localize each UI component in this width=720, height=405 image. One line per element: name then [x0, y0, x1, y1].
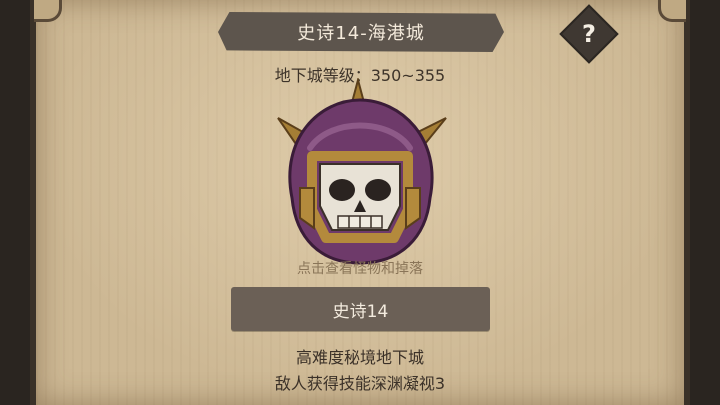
enter-dungeon-button[interactable]: 史诗14 [231, 287, 490, 331]
panel-corner-right [658, 0, 686, 22]
view-monsters-drops-hint[interactable]: 点击查看怪物和掉落 [0, 258, 720, 278]
dungeon-title-banner: 史诗14-海港城 [218, 12, 504, 52]
dungeon-description-line-2: 敌人获得技能深渊凝视3 [274, 374, 446, 393]
skull-helmet-boss-icon[interactable] [270, 78, 450, 268]
enter-dungeon-label: 史诗14 [332, 301, 389, 322]
dungeon-title: 史诗14-海港城 [297, 23, 425, 44]
dungeon-description-line-1: 高难度秘境地下城 [295, 348, 424, 367]
